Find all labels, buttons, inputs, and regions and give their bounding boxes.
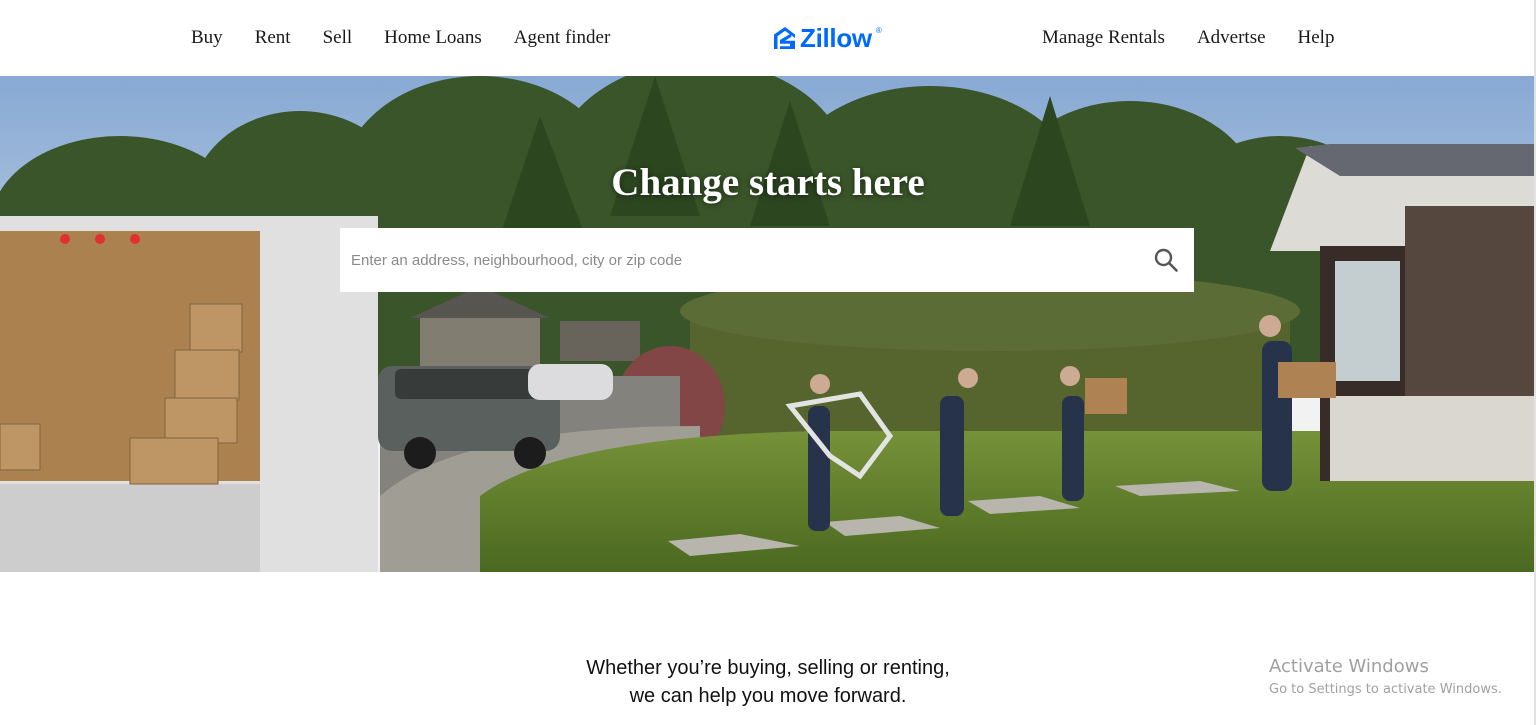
search-input[interactable] [340, 228, 1138, 292]
hero-banner: Change starts here [0, 76, 1536, 572]
hero-title: Change starts here [611, 161, 925, 204]
nav-rent-link[interactable]: Rent [255, 27, 291, 49]
nav-home-loans-link[interactable]: Home Loans [384, 27, 482, 49]
primary-nav: Buy Rent Sell Home Loans Agent finder [191, 0, 610, 76]
registered-mark: ® [875, 26, 882, 35]
logo-wordmark: Zillow [800, 22, 872, 53]
search-icon [1154, 248, 1178, 272]
nav-advertise-link[interactable]: Advertse [1197, 27, 1266, 49]
search-button[interactable] [1138, 228, 1194, 292]
top-navigation-bar: Buy Rent Sell Home Loans Agent finder Zi… [0, 0, 1536, 76]
zillow-house-icon [774, 27, 795, 49]
search-bar [340, 228, 1194, 292]
secondary-nav: Manage Rentals Advertse Help [1042, 0, 1334, 76]
nav-agent-finder-link[interactable]: Agent finder [514, 27, 611, 49]
nav-buy-link[interactable]: Buy [191, 27, 223, 49]
zillow-logo[interactable]: Zillow ® [774, 22, 882, 54]
nav-sell-link[interactable]: Sell [323, 27, 353, 49]
watermark-subtitle: Go to Settings to activate Windows. [1269, 682, 1502, 697]
nav-help-link[interactable]: Help [1298, 27, 1335, 49]
nav-manage-rentals-link[interactable]: Manage Rentals [1042, 27, 1165, 49]
windows-activation-watermark: Activate Windows Go to Settings to activ… [1269, 656, 1502, 700]
family-moving-photo [0, 76, 1536, 572]
watermark-title: Activate Windows [1269, 656, 1429, 677]
